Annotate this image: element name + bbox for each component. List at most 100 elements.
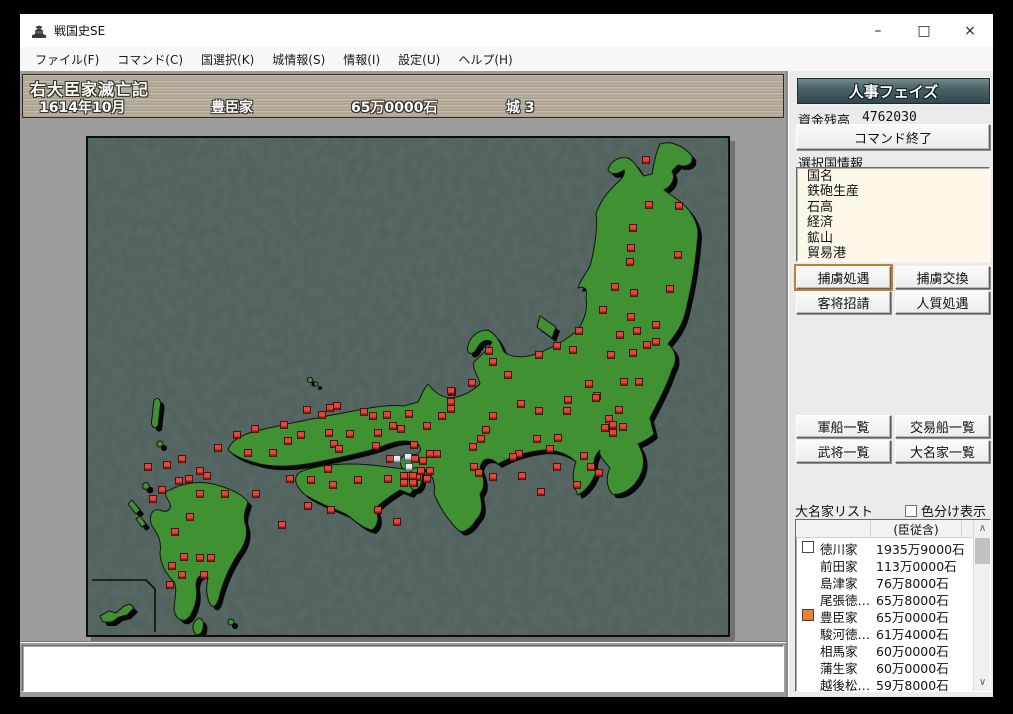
castle-marker[interactable] — [575, 327, 583, 335]
daimyo-list[interactable]: (臣従含) 徳川家 1935万9000石 前田家 113万0000石 島津家 76万800… — [795, 519, 991, 692]
castle-marker[interactable] — [645, 201, 653, 209]
castle-marker[interactable] — [627, 313, 635, 321]
castle-marker[interactable] — [325, 429, 333, 437]
castle-marker[interactable] — [447, 398, 455, 406]
castle-marker[interactable] — [504, 371, 512, 379]
castle-marker[interactable] — [149, 495, 157, 503]
castle-marker[interactable] — [329, 481, 337, 489]
daimyo-row[interactable]: 島津家 76万8000石 — [796, 573, 973, 591]
castle-marker[interactable] — [468, 379, 476, 387]
castle-marker[interactable] — [643, 341, 651, 349]
menu-country-select[interactable]: 国選択(K) — [192, 48, 263, 71]
castle-marker[interactable] — [326, 404, 334, 412]
castle-marker[interactable] — [563, 407, 571, 415]
castle-marker[interactable] — [163, 461, 171, 469]
daimyo-list-scrollbar[interactable]: ∧ ∨ — [973, 520, 990, 691]
castle-marker[interactable] — [607, 351, 615, 359]
castle-marker[interactable] — [489, 412, 497, 420]
castle-marker[interactable] — [626, 258, 634, 266]
daimyo-row[interactable]: 尾張徳… 65万8000石 — [796, 590, 973, 608]
castle-marker[interactable] — [400, 479, 408, 487]
castle-marker[interactable] — [585, 380, 593, 388]
castle-marker[interactable] — [360, 408, 368, 416]
color-toggle[interactable]: 色分け表示 — [905, 501, 986, 520]
castle-marker[interactable] — [635, 378, 643, 386]
scroll-down-icon[interactable]: ∨ — [974, 674, 990, 691]
castle-marker[interactable] — [489, 358, 497, 366]
guest-general-invite-button[interactable]: 客将招請 — [796, 291, 891, 314]
castle-marker[interactable] — [482, 426, 490, 434]
end-command-button[interactable]: コマンド終了 — [796, 124, 990, 150]
castle-marker[interactable] — [186, 513, 194, 521]
castle-marker[interactable] — [346, 430, 354, 438]
castle-marker[interactable] — [251, 425, 259, 433]
castle-marker[interactable] — [423, 475, 431, 483]
hostage-treatment-button[interactable]: 人質処遇 — [895, 291, 990, 314]
castle-marker[interactable] — [307, 476, 315, 484]
prisoner-treatment-button[interactable]: 捕虜処遇 — [796, 266, 891, 289]
castle-marker[interactable] — [405, 410, 413, 418]
menu-command[interactable]: コマンド(C) — [108, 48, 192, 71]
castle-marker[interactable] — [675, 202, 683, 210]
castle-marker[interactable] — [166, 581, 174, 589]
castle-marker[interactable] — [374, 506, 382, 514]
castle-marker[interactable] — [485, 347, 493, 355]
castle-marker[interactable] — [517, 400, 525, 408]
menu-settings[interactable]: 設定(U) — [389, 48, 449, 71]
castle-marker[interactable] — [599, 306, 607, 314]
daimyo-row[interactable]: 徳川家 1935万9000石 — [796, 539, 973, 557]
castle-marker[interactable] — [447, 387, 455, 395]
daimyo-row[interactable]: 越後松… 59万8000石 — [796, 675, 973, 691]
castle-marker[interactable] — [447, 405, 455, 413]
scroll-up-icon[interactable]: ∧ — [974, 520, 990, 537]
castle-marker[interactable] — [333, 402, 341, 410]
castle-marker[interactable] — [611, 283, 619, 291]
castle-marker[interactable] — [384, 475, 392, 483]
castle-marker[interactable] — [284, 437, 292, 445]
castle-marker[interactable] — [318, 411, 326, 419]
castle-marker[interactable] — [426, 450, 434, 458]
daimyo-row[interactable]: 豊臣家 65万0000石 — [796, 607, 973, 625]
castle-marker[interactable] — [535, 407, 543, 415]
castle-marker[interactable] — [168, 562, 176, 570]
castle-marker[interactable] — [553, 463, 561, 471]
castle-marker[interactable] — [389, 422, 397, 430]
castle-marker[interactable] — [518, 472, 526, 480]
castle-marker[interactable] — [400, 472, 408, 480]
castle-marker[interactable] — [475, 469, 483, 477]
castle-marker[interactable] — [175, 477, 183, 485]
castle-marker[interactable] — [203, 472, 211, 480]
castle-marker[interactable] — [221, 490, 229, 498]
castle-marker[interactable] — [537, 488, 545, 496]
player-castle-marker[interactable] — [393, 455, 401, 463]
castle-marker[interactable] — [629, 224, 637, 232]
minimize-button[interactable]: – — [855, 14, 901, 47]
daimyo-overview-button[interactable]: 大名家一覧 — [895, 440, 990, 463]
castle-marker[interactable] — [423, 422, 431, 430]
castle-marker[interactable] — [383, 411, 391, 419]
castle-marker[interactable] — [393, 518, 401, 526]
castle-marker[interactable] — [252, 490, 260, 498]
castle-marker[interactable] — [214, 444, 222, 452]
castle-marker[interactable] — [619, 423, 627, 431]
castle-marker[interactable] — [615, 406, 623, 414]
castle-marker[interactable] — [569, 346, 577, 354]
castle-marker[interactable] — [196, 467, 204, 475]
menu-info[interactable]: 情報(I) — [334, 48, 389, 71]
castle-marker[interactable] — [372, 442, 380, 450]
japan-map[interactable] — [86, 136, 730, 637]
close-button[interactable]: × — [947, 14, 993, 47]
castle-marker[interactable] — [652, 321, 660, 329]
castle-marker[interactable] — [438, 412, 446, 420]
castle-marker[interactable] — [278, 521, 286, 529]
castle-marker[interactable] — [386, 455, 394, 463]
menu-castle-info[interactable]: 城情報(S) — [263, 48, 334, 71]
castle-marker[interactable] — [196, 490, 204, 498]
castle-marker[interactable] — [580, 452, 588, 460]
castle-marker[interactable] — [178, 455, 186, 463]
castle-marker[interactable] — [180, 553, 188, 561]
castle-marker[interactable] — [535, 351, 543, 359]
castle-marker[interactable] — [592, 394, 600, 402]
castle-marker[interactable] — [601, 424, 609, 432]
castle-marker[interactable] — [573, 481, 581, 489]
